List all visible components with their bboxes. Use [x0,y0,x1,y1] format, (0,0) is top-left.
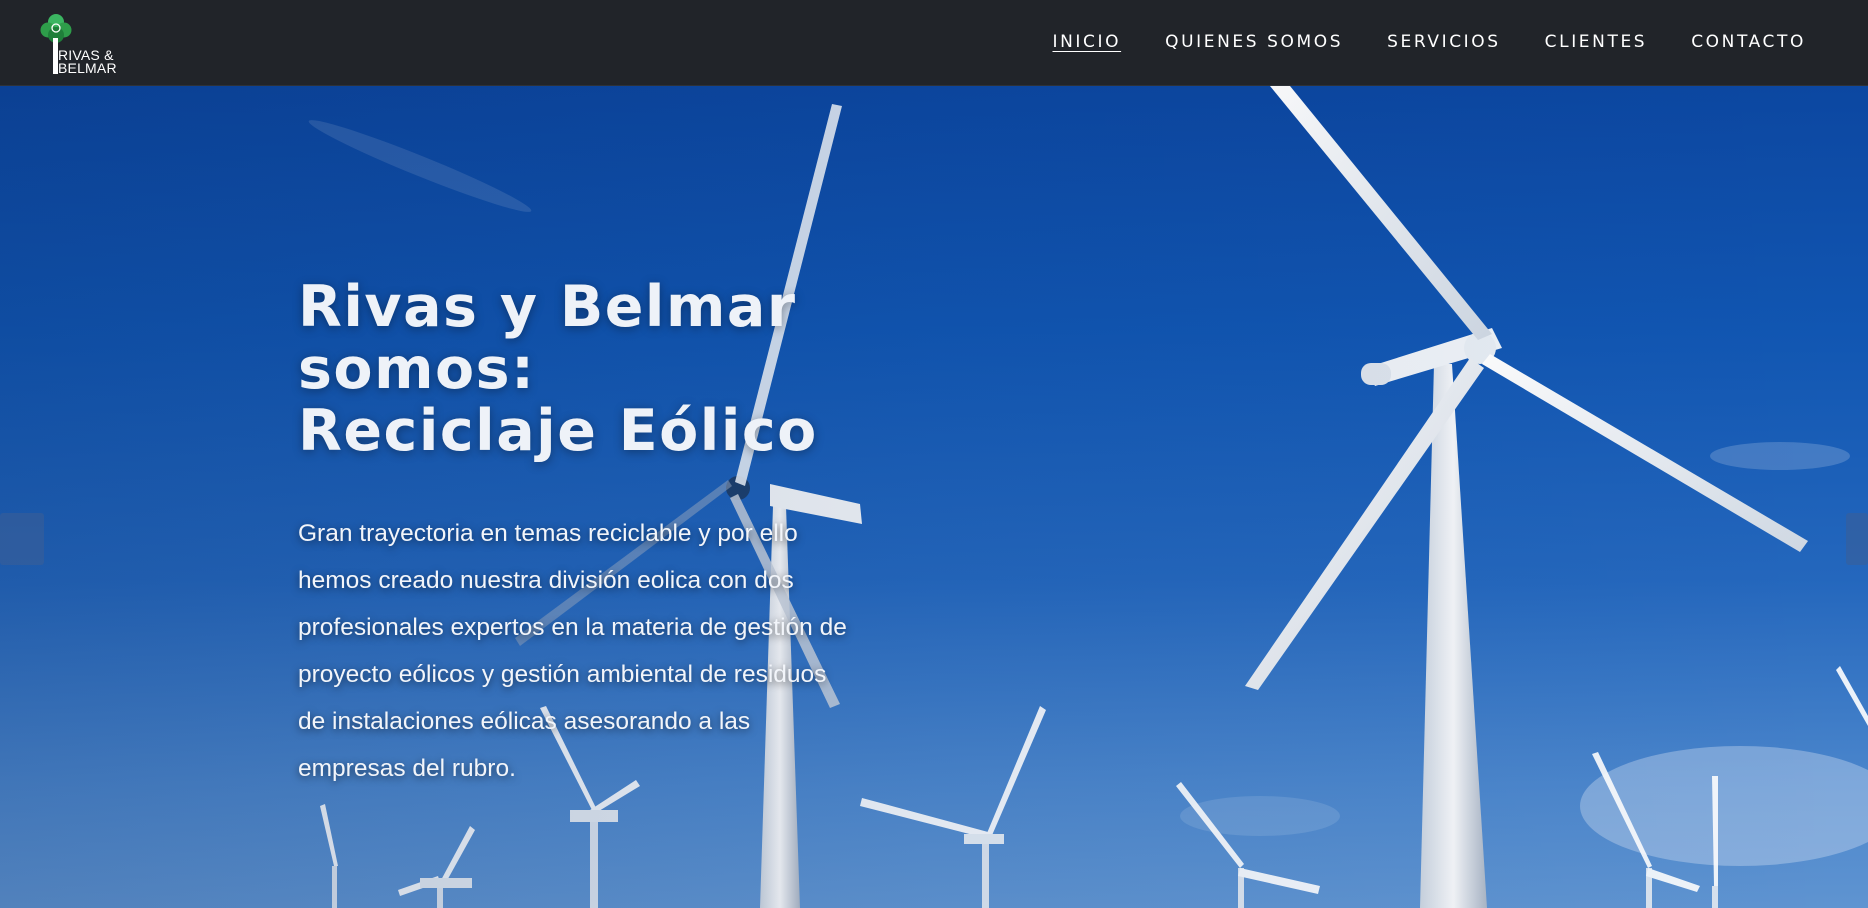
carousel-next-button[interactable] [1846,513,1868,565]
hero-slider: Rivas y Belmar somos: Reciclaje Eólico G… [0,86,1868,908]
hero-title-line-3: Reciclaje Eólico [298,398,818,464]
logo-line-2: BELMAR [58,60,117,76]
hero-title-line-2: somos: [298,336,536,402]
hero-title: Rivas y Belmar somos: Reciclaje Eólico [298,276,858,462]
nav-item-servicios[interactable]: SERVICIOS [1387,30,1501,54]
nav-item-contacto[interactable]: CONTACTO [1691,30,1806,54]
top-navbar: RIVAS & BELMAR INICIO QUIENES SOMOS SERV… [0,0,1868,86]
nav-item-quienes-somos[interactable]: QUIENES SOMOS [1165,30,1343,54]
carousel-prev-button[interactable] [0,513,44,565]
nav-item-clientes[interactable]: CLIENTES [1545,30,1648,54]
nav-item-inicio[interactable]: INICIO [1052,30,1121,54]
hero-description: Gran trayectoria en temas reciclable y p… [298,520,847,782]
brand-logo[interactable]: RIVAS & BELMAR [36,10,136,76]
hero-overlay [0,86,1868,908]
hero-title-line-1: Rivas y Belmar [298,274,797,340]
main-nav: INICIO QUIENES SOMOS SERVICIOS CLIENTES … [1008,30,1806,54]
logo-wordmark: RIVAS & BELMAR [58,48,117,76]
